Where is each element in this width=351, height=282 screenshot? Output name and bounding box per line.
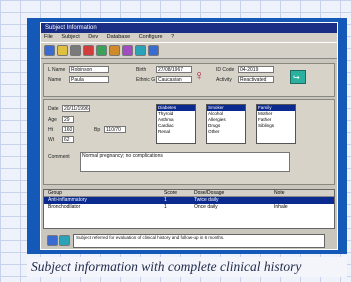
grid-cell-dose: Twice daily [194, 197, 219, 203]
gender-icon: ♀ [194, 67, 205, 83]
search-icon[interactable] [96, 45, 107, 56]
age-field[interactable]: 29 [62, 116, 74, 123]
grid-header: Group Score Dose/Dosage Note [44, 190, 334, 197]
menu-configure[interactable]: Configure [139, 34, 163, 40]
grid-cell-score: 1 [164, 204, 167, 210]
menu-file[interactable]: File [44, 34, 53, 40]
table-row[interactable]: Bronchodilator 1 Once daily Inhale [44, 204, 334, 211]
fname-label: Name [48, 77, 62, 83]
ht-label: Ht [48, 127, 53, 133]
wt-field[interactable]: 62 [62, 136, 74, 143]
activity-field[interactable]: Reactivated [238, 76, 274, 83]
fname-field[interactable]: Paula [69, 76, 109, 83]
subject-panel: L Name Robinson Name Paula Birth 27/08/1… [43, 63, 335, 97]
lname-field[interactable]: Robinson [69, 66, 109, 73]
grid-col-score: Score [164, 190, 178, 196]
list-a[interactable]: Diabetes Thyroid Asthma Cardiac Renal [156, 104, 196, 144]
id-label: ID Code [216, 67, 235, 73]
grid-col-note: Note [274, 190, 285, 196]
grid-col-group: Group [48, 190, 62, 196]
grid-col-dose: Dose/Dosage [194, 190, 225, 196]
ht-field[interactable]: 160 [62, 126, 74, 133]
screenshot-root: Subject Information File Subject Dev Dat… [0, 0, 351, 282]
grid-cell-group: Anti-inflammatory [48, 197, 87, 203]
print-icon[interactable] [109, 45, 120, 56]
go-button[interactable]: ↪ [290, 70, 306, 84]
note-field[interactable]: Subject referred for evaluation of clini… [73, 234, 325, 248]
visit-panel: Date 20/11/1996 Age 29 Ht 160 Wt 62 Bp 1… [43, 99, 335, 185]
export-icon[interactable] [135, 45, 146, 56]
save-icon[interactable] [70, 45, 81, 56]
caption: Subject information with complete clinic… [27, 257, 347, 277]
window-title: Subject Information [41, 23, 337, 33]
bp-label: Bp [94, 127, 101, 133]
medication-grid: Group Score Dose/Dosage Note Anti-inflam… [43, 189, 335, 229]
grid-cell-group: Bronchodilator [48, 204, 81, 210]
wt-label: Wt [48, 137, 55, 143]
ethnic-label: Ethnic G [136, 77, 156, 83]
visit-date-label: Date [48, 106, 59, 112]
attach-icon[interactable] [59, 235, 70, 246]
app-window: Subject Information File Subject Dev Dat… [40, 22, 338, 250]
comment-field[interactable]: Normal pregnancy; no complications [80, 152, 290, 172]
grid-cell-score: 1 [164, 197, 167, 203]
menu-dev[interactable]: Dev [88, 34, 98, 40]
chart-icon[interactable] [122, 45, 133, 56]
menu-subject[interactable]: Subject [61, 34, 79, 40]
delete-icon[interactable] [83, 45, 94, 56]
age-label: Age [48, 117, 57, 123]
comment-label: Comment [48, 154, 70, 160]
bp-field[interactable]: 110/70 [104, 126, 126, 133]
list-b[interactable]: Smoker Alcohol Allergies Drugs Other [206, 104, 246, 144]
list-c[interactable]: Family Mother Father Siblings [256, 104, 296, 144]
menu-bar: File Subject Dev Database Configure ? [41, 33, 337, 42]
new-icon[interactable] [44, 45, 55, 56]
list-item[interactable]: Other [207, 129, 245, 135]
activity-label: Activity [216, 77, 232, 83]
help-icon[interactable] [148, 45, 159, 56]
grid-cell-note: Inhale [274, 204, 288, 210]
menu-help[interactable]: ? [171, 34, 174, 40]
ethnic-field[interactable]: Caucasian [156, 76, 192, 83]
list-item[interactable]: Siblings [257, 123, 295, 129]
lname-label: L Name [48, 67, 66, 73]
notes-area: Subject referred for evaluation of clini… [43, 233, 335, 249]
note-icon[interactable] [47, 235, 58, 246]
arrow-icon: ↪ [293, 73, 300, 82]
birth-field[interactable]: 27/08/1967 [156, 66, 192, 73]
grid-cell-dose: Once daily [194, 204, 218, 210]
table-row[interactable]: Anti-inflammatory 1 Twice daily [44, 197, 334, 204]
open-icon[interactable] [57, 45, 68, 56]
id-field[interactable]: 04-2019 [238, 66, 274, 73]
birth-label: Birth [136, 67, 147, 73]
menu-database[interactable]: Database [107, 34, 131, 40]
list-item[interactable]: Renal [157, 129, 195, 135]
visit-date-field[interactable]: 20/11/1996 [62, 105, 90, 112]
toolbar [41, 42, 337, 59]
